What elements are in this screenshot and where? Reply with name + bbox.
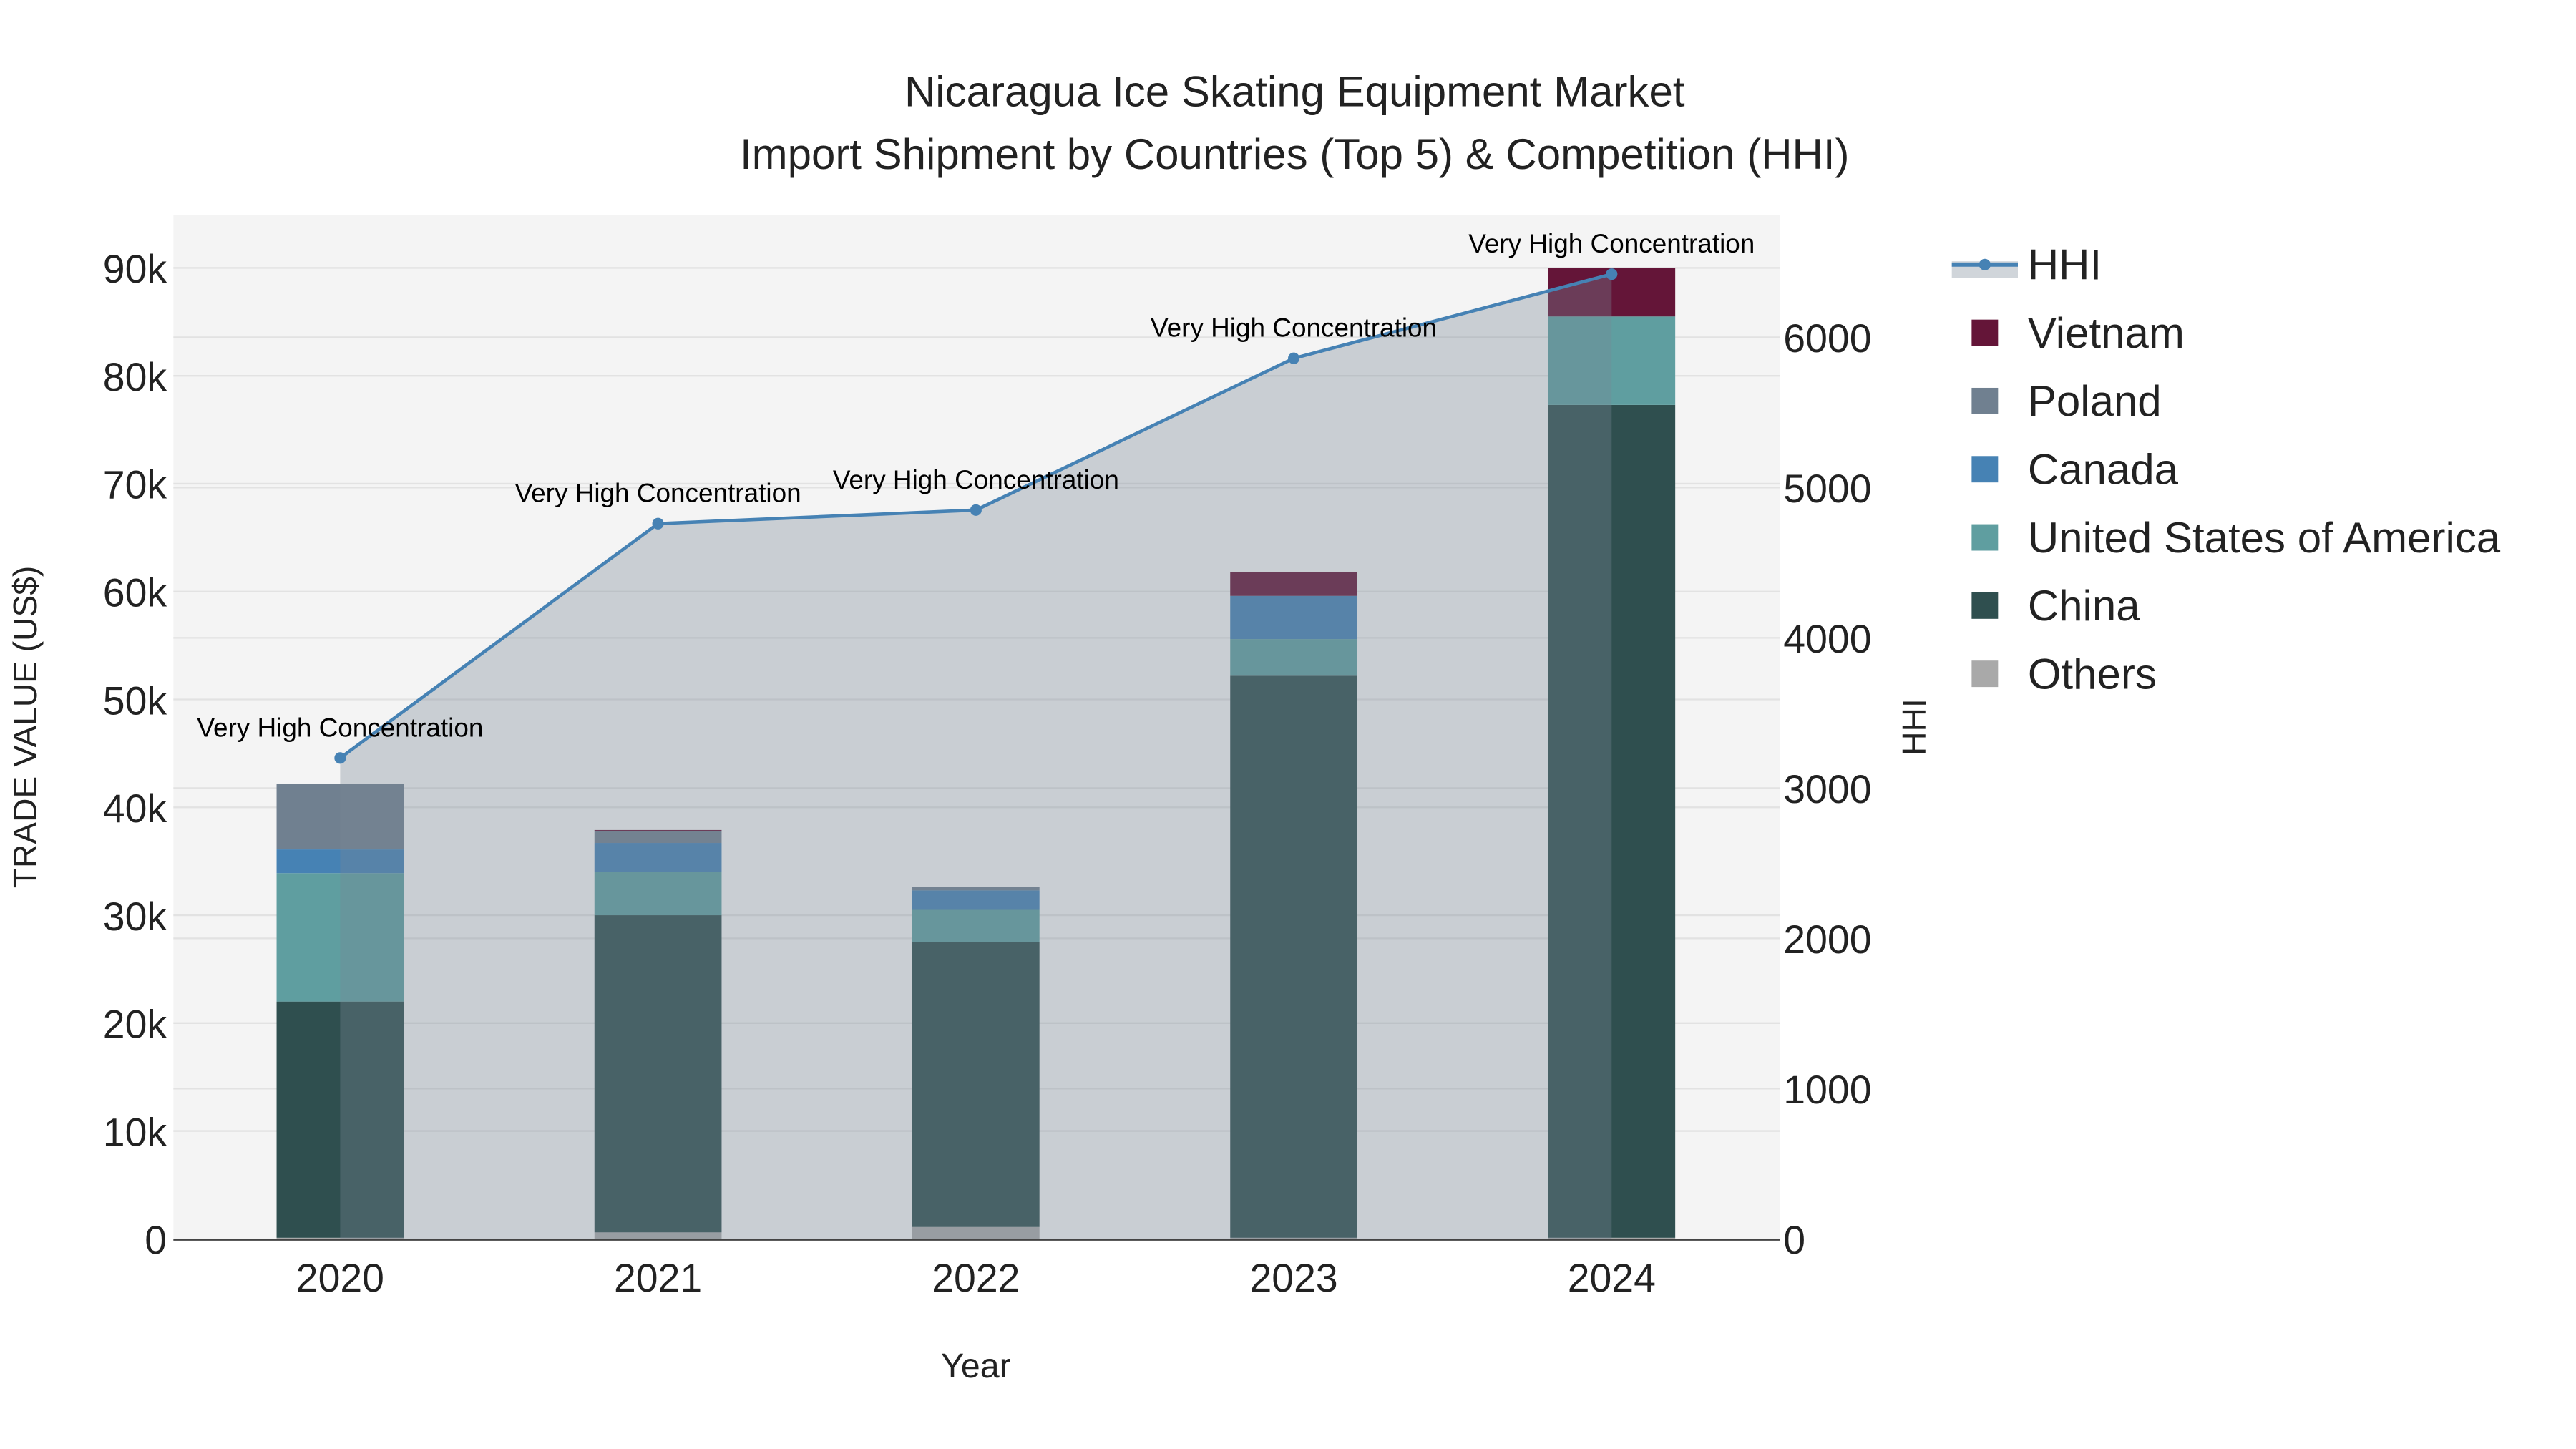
legend-label: Poland [2028, 377, 2162, 425]
y-axis-title: TRADE VALUE (US$) [6, 566, 44, 888]
y2-axis-ticks: 0 1000 2000 3000 4000 5000 6000 [1783, 316, 1871, 1262]
y-tick-label: 50k [103, 678, 167, 723]
x-axis-ticks: 2020 2021 2022 2023 2024 [296, 1256, 1656, 1300]
y-tick-label: 10k [103, 1110, 167, 1154]
hhi-point [970, 504, 982, 516]
y2-tick-label: 5000 [1783, 467, 1871, 511]
y-tick-label: 40k [103, 786, 167, 831]
x-tick-label: 2021 [614, 1256, 702, 1300]
y-tick-label: 60k [103, 571, 167, 615]
hhi-point [1606, 268, 1618, 280]
y-tick-label: 90k [103, 247, 167, 291]
legend-label: Others [2028, 650, 2157, 698]
legend-swatch-others [1971, 660, 1999, 688]
legend: HHI Vietnam Poland Canada United States of A… [1951, 241, 2501, 698]
legend-label: United States of America [2028, 514, 2501, 562]
legend-label: Vietnam [2028, 309, 2185, 357]
legend-swatch-united-states-of-america [1971, 524, 1999, 551]
hhi-annotation: Very High Concentration [1151, 313, 1437, 343]
hhi-annotation: Very High Concentration [197, 713, 483, 742]
x-axis-title: Year [941, 1347, 1011, 1385]
y2-tick-label: 0 [1783, 1218, 1805, 1262]
hhi-annotation: Very High Concentration [515, 479, 801, 508]
x-tick-label: 2024 [1568, 1256, 1656, 1300]
legend-swatch-canada [1971, 456, 1999, 483]
x-tick-label: 2020 [296, 1256, 384, 1300]
legend-label: HHI [2028, 241, 2102, 289]
chart-subtitle: Import Shipment by Countries (Top 5) & C… [740, 130, 1850, 178]
y-tick-label: 30k [103, 894, 167, 939]
hhi-annotation: Very High Concentration [833, 465, 1119, 494]
legend-swatch-poland [1971, 387, 1999, 414]
legend-label: China [2028, 582, 2140, 630]
legend-hhi-marker [1979, 258, 1991, 270]
chart-title: Nicaragua Ice Skating Equipment Market [904, 67, 1685, 115]
hhi-point [1288, 352, 1300, 364]
legend-swatch-vietnam [1971, 319, 1999, 346]
y2-tick-label: 2000 [1783, 917, 1871, 962]
y2-tick-label: 1000 [1783, 1068, 1871, 1112]
y-tick-label: 80k [103, 355, 167, 399]
y2-tick-label: 4000 [1783, 617, 1871, 661]
legend-swatch-china [1971, 592, 1999, 619]
x-tick-label: 2023 [1249, 1256, 1337, 1300]
hhi-point [334, 752, 346, 764]
y2-axis-title: HHI [1896, 698, 1933, 755]
y-tick-label: 20k [103, 1002, 167, 1047]
y-tick-label: 0 [145, 1218, 167, 1262]
hhi-annotation: Very High Concentration [1468, 229, 1755, 258]
y-tick-label: 70k [103, 463, 167, 507]
y2-tick-label: 6000 [1783, 316, 1871, 361]
x-tick-label: 2022 [932, 1256, 1020, 1300]
y2-tick-label: 3000 [1783, 767, 1871, 811]
legend-label: Canada [2028, 445, 2179, 493]
y-axis-ticks: 0 10k 20k 30k 40k 50k 60k 70k 80k 90k [103, 247, 167, 1262]
chart: Nicaragua Ice Skating Equipment Market I… [6, 67, 2501, 1385]
hhi-point [652, 517, 664, 530]
